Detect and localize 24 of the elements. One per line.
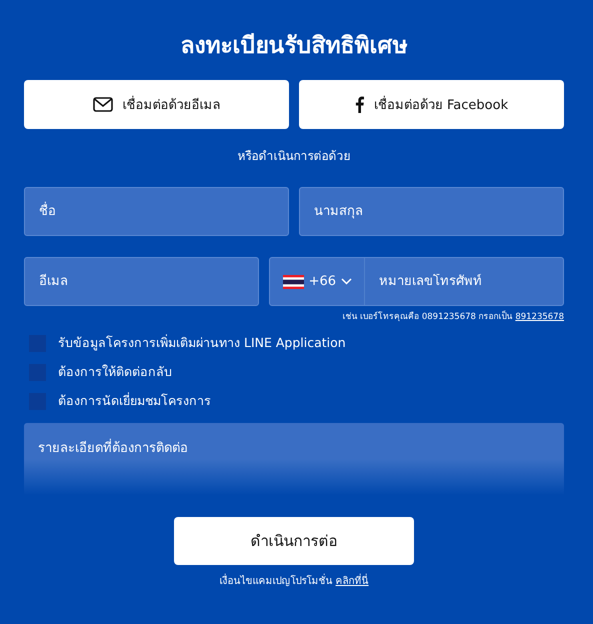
- checkbox-label: รับข้อมูลโครงการเพิ่มเติมผ่านทาง LINE Application: [58, 333, 346, 352]
- mail-icon: [92, 97, 112, 112]
- example-number: 891235678: [515, 312, 564, 322]
- checkbox[interactable]: [29, 392, 46, 410]
- input-field[interactable]: ชื่อ: [24, 187, 289, 236]
- terms-link[interactable]: คลิกที่นี่: [336, 576, 369, 587]
- checkbox-label: ต้องการให้ติดต่อกลับ: [58, 363, 172, 381]
- chevron-down-icon: [341, 278, 352, 285]
- phone-hint: เช่น เบอร์โทรคุณคือ 0891235678 กรอกเป็น 891235678: [341, 310, 564, 323]
- email-connect-button[interactable]: เชื่อมต่อด้วยอีเมล: [24, 80, 289, 129]
- country-code-select[interactable]: +66: [270, 258, 365, 305]
- facebook-icon: [354, 96, 364, 113]
- facebook-connect-button[interactable]: เชื่อมต่อด้วย Facebook: [299, 80, 564, 129]
- page-title: ลงทะเบียนรับสิทธิพิเศษ: [180, 32, 408, 61]
- divider-text: หรือดำเนินการต่อด้วย: [236, 148, 352, 165]
- thai-flag-icon: [282, 274, 304, 288]
- input-field[interactable]: นามสกุล: [299, 187, 564, 236]
- details-field[interactable]: รายละเอียดที่ต้องการติดต่อ: [24, 423, 564, 495]
- checkbox[interactable]: [29, 364, 46, 380]
- footer-text: เงื่อนไขแคมเปญโปรโมชั่น คลิกที่นี่: [24, 573, 564, 588]
- checkbox-label: ต้องการนัดเยี่ยมชมโครงการ: [58, 391, 211, 410]
- continue-button[interactable]: ดำเนินการต่อ: [174, 517, 414, 565]
- checkbox[interactable]: [29, 334, 46, 352]
- input-field[interactable]: อีเมล: [24, 257, 259, 306]
